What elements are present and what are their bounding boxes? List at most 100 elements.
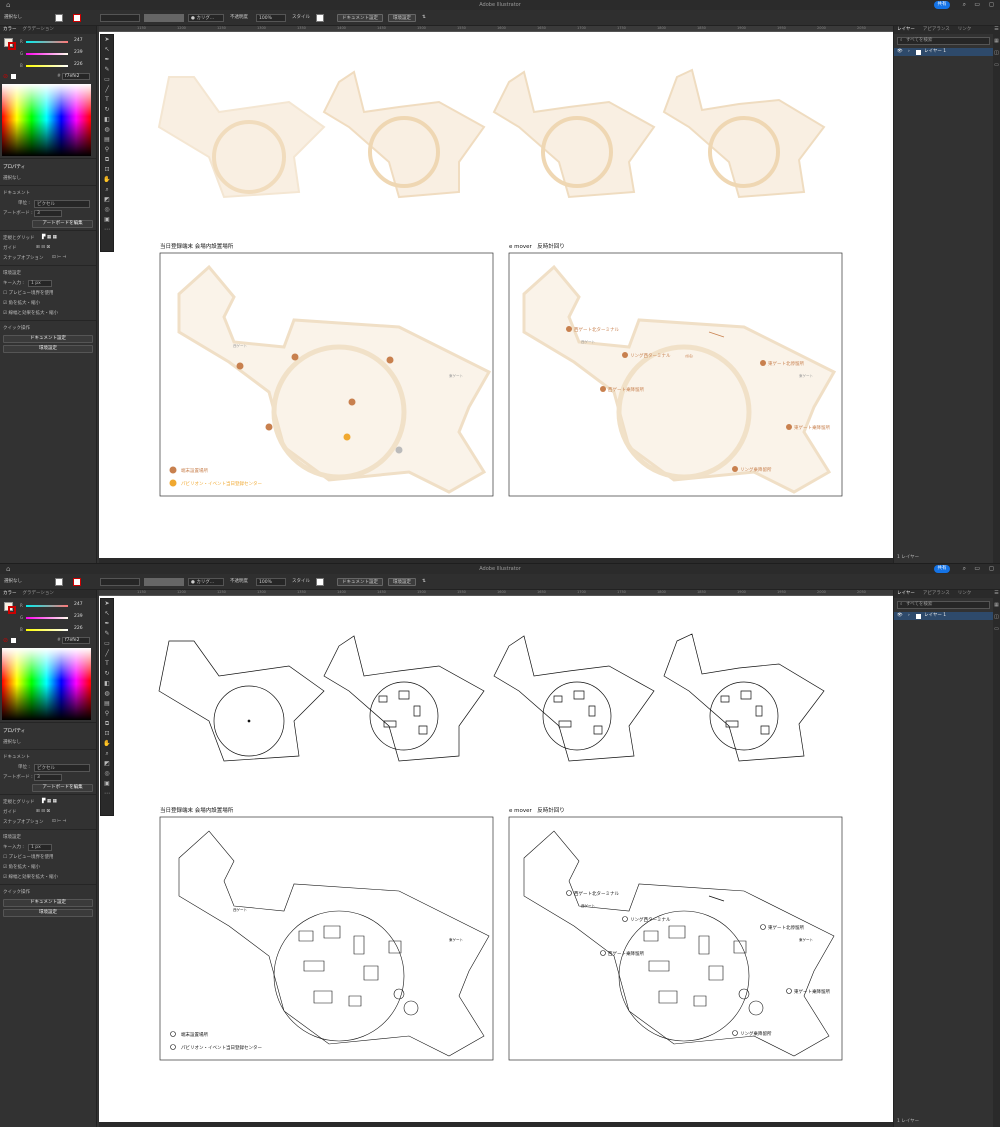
opacity-field[interactable]: 100% xyxy=(256,14,286,22)
color-spectrum[interactable] xyxy=(2,648,91,720)
fill-stroke-icon[interactable]: ◩ xyxy=(101,759,113,769)
tab-layers[interactable]: レイヤー xyxy=(897,26,915,34)
line-tool-icon[interactable]: ╱ xyxy=(101,85,113,95)
search-icon[interactable]: ⌕ xyxy=(963,1,966,9)
none-swatch-icon[interactable]: ⊘ xyxy=(3,73,8,80)
tab-color[interactable]: カラー xyxy=(3,26,17,34)
selection-tool-icon[interactable]: ➤ xyxy=(101,599,113,609)
variable-width-profile[interactable] xyxy=(144,14,184,22)
tab-appearance[interactable]: アピアランス xyxy=(923,590,950,598)
layers-search-input[interactable]: ⌕ すべてを検索 xyxy=(897,601,990,609)
artboard-select[interactable]: 3 xyxy=(34,774,62,781)
artboard-tool-icon[interactable]: ⊡ xyxy=(101,165,113,175)
blue-slider[interactable] xyxy=(26,65,68,67)
stroke-swatch[interactable] xyxy=(73,14,81,22)
blend-tool-icon[interactable]: ⧉ xyxy=(101,155,113,165)
key-input-field[interactable]: 1 px xyxy=(28,844,52,851)
hand-tool-icon[interactable]: ✋ xyxy=(101,175,113,185)
workspace-icon[interactable]: ▭ xyxy=(974,1,980,8)
document-settings-button[interactable]: ドキュメント設定 xyxy=(337,578,383,586)
right-artboard[interactable] xyxy=(508,816,843,1061)
ruler-icon[interactable]: ▛ ▦ ▦ xyxy=(42,235,57,240)
quick-prefs-button[interactable]: 環境設定 xyxy=(3,345,93,353)
green-slider[interactable] xyxy=(26,53,68,55)
eyedropper-tool-icon[interactable]: ⚲ xyxy=(101,145,113,155)
arrange-icon[interactable]: ⇅ xyxy=(422,14,426,22)
eyedropper-tool-icon[interactable]: ⚲ xyxy=(101,709,113,719)
selection-tool-icon[interactable]: ➤ xyxy=(101,35,113,45)
more-tools-icon[interactable]: ⋯ xyxy=(101,225,113,235)
preview-bounds-option[interactable]: ☐ プレビュー境界を使用 xyxy=(0,852,96,862)
pen-tool-icon[interactable]: ✒ xyxy=(101,619,113,629)
eraser-tool-icon[interactable]: ◧ xyxy=(101,679,113,689)
artboard-canvas[interactable]: 当日登録端末 会場内設置場所 西ゲート 東ゲート 端末設置場所 パビリオン・イベ… xyxy=(99,32,893,558)
style-swatch[interactable] xyxy=(316,578,324,586)
stroke-weight-field[interactable] xyxy=(100,14,140,22)
libraries-icon[interactable]: ▦ xyxy=(993,602,1000,614)
quick-doc-settings-button[interactable]: ドキュメント設定 xyxy=(3,335,93,343)
none-swatch-icon[interactable]: ⊘ xyxy=(3,637,8,644)
edit-artboard-button[interactable]: アートボードを編集 xyxy=(32,784,93,792)
fill-swatch[interactable] xyxy=(55,14,63,22)
search-icon[interactable]: ⌕ xyxy=(963,565,966,573)
scale-corners-option[interactable]: ☑ 角を拡大・縮小 xyxy=(0,298,96,308)
fill-stroke-icon[interactable]: ◩ xyxy=(101,195,113,205)
scale-strokes-option[interactable]: ☑ 線幅と効果を拡大・縮小 xyxy=(0,872,96,882)
properties-icon[interactable]: ☰ xyxy=(993,590,1000,602)
brush-definition[interactable]: ● カリグ... xyxy=(188,578,224,586)
window-icon[interactable]: ◻ xyxy=(989,565,994,572)
hex-input[interactable]: f7efe2 xyxy=(62,637,90,644)
rectangle-tool-icon[interactable]: ▭ xyxy=(101,75,113,85)
rectangle-tool-icon[interactable]: ▭ xyxy=(101,639,113,649)
direct-select-tool-icon[interactable]: ↖ xyxy=(101,609,113,619)
layers-icon[interactable]: ◫ xyxy=(993,614,1000,626)
type-tool-icon[interactable]: T xyxy=(101,659,113,669)
scale-corners-option[interactable]: ☑ 角を拡大・縮小 xyxy=(0,862,96,872)
pencil-tool-icon[interactable]: ✎ xyxy=(101,65,113,75)
shape-builder-icon[interactable]: ◍ xyxy=(101,689,113,699)
share-button[interactable]: 共有 xyxy=(934,565,950,573)
brush-definition[interactable]: ● カリグ... xyxy=(188,14,224,22)
preview-bounds-option[interactable]: ☐ プレビュー境界を使用 xyxy=(0,288,96,298)
rotate-tool-icon[interactable]: ↻ xyxy=(101,105,113,115)
fill-swatch[interactable] xyxy=(55,578,63,586)
guides-icon[interactable]: ⊞ ⊟ ⊠ xyxy=(36,809,50,814)
zoom-tool-icon[interactable]: ⌕ xyxy=(101,749,113,759)
artboard-tool-icon[interactable]: ⊡ xyxy=(101,729,113,739)
type-tool-icon[interactable]: T xyxy=(101,95,113,105)
screen-mode-icon[interactable]: ▣ xyxy=(101,779,113,789)
red-value[interactable]: 247 xyxy=(74,602,83,607)
blend-tool-icon[interactable]: ⧉ xyxy=(101,719,113,729)
pencil-tool-icon[interactable]: ✎ xyxy=(101,629,113,639)
preferences-button[interactable]: 環境設定 xyxy=(388,578,416,586)
artboards-icon[interactable]: ▭ xyxy=(993,62,1000,74)
red-value[interactable]: 247 xyxy=(74,38,83,43)
zoom-tool-icon[interactable]: ⌕ xyxy=(101,185,113,195)
artboard-canvas[interactable]: 当日登録端末 会場内設置場所 西ゲート 東ゲート 端末設置場所 パビリオン・イベ… xyxy=(99,596,893,1122)
tab-appearance[interactable]: アピアランス xyxy=(923,26,950,34)
layers-search-input[interactable]: ⌕ すべてを検索 xyxy=(897,37,990,45)
screen-mode-icon[interactable]: ▣ xyxy=(101,215,113,225)
guides-icon[interactable]: ⊞ ⊟ ⊠ xyxy=(36,245,50,250)
red-slider[interactable] xyxy=(26,41,68,43)
preferences-button[interactable]: 環境設定 xyxy=(388,14,416,22)
workspace-icon[interactable]: ▭ xyxy=(974,565,980,572)
window-icon[interactable]: ◻ xyxy=(989,1,994,8)
unit-select[interactable]: ピクセル xyxy=(34,764,90,772)
arrange-icon[interactable]: ⇅ xyxy=(422,578,426,586)
layers-icon[interactable]: ◫ xyxy=(993,50,1000,62)
quick-prefs-button[interactable]: 環境設定 xyxy=(3,909,93,917)
eraser-tool-icon[interactable]: ◧ xyxy=(101,115,113,125)
variable-width-profile[interactable] xyxy=(144,578,184,586)
document-settings-button[interactable]: ドキュメント設定 xyxy=(337,14,383,22)
stroke-weight-field[interactable] xyxy=(100,578,140,586)
white-swatch[interactable] xyxy=(11,638,16,643)
properties-icon[interactable]: ☰ xyxy=(993,26,1000,38)
key-input-field[interactable]: 1 px xyxy=(28,280,52,287)
snap-icon[interactable]: ⊡ ⊢ ⊣ xyxy=(52,819,66,824)
tab-links[interactable]: リンク xyxy=(958,590,972,598)
green-value[interactable]: 239 xyxy=(74,50,83,55)
share-button[interactable]: 共有 xyxy=(934,1,950,9)
more-tools-icon[interactable]: ⋯ xyxy=(101,789,113,799)
tab-gradient[interactable]: グラデーション xyxy=(23,590,54,598)
